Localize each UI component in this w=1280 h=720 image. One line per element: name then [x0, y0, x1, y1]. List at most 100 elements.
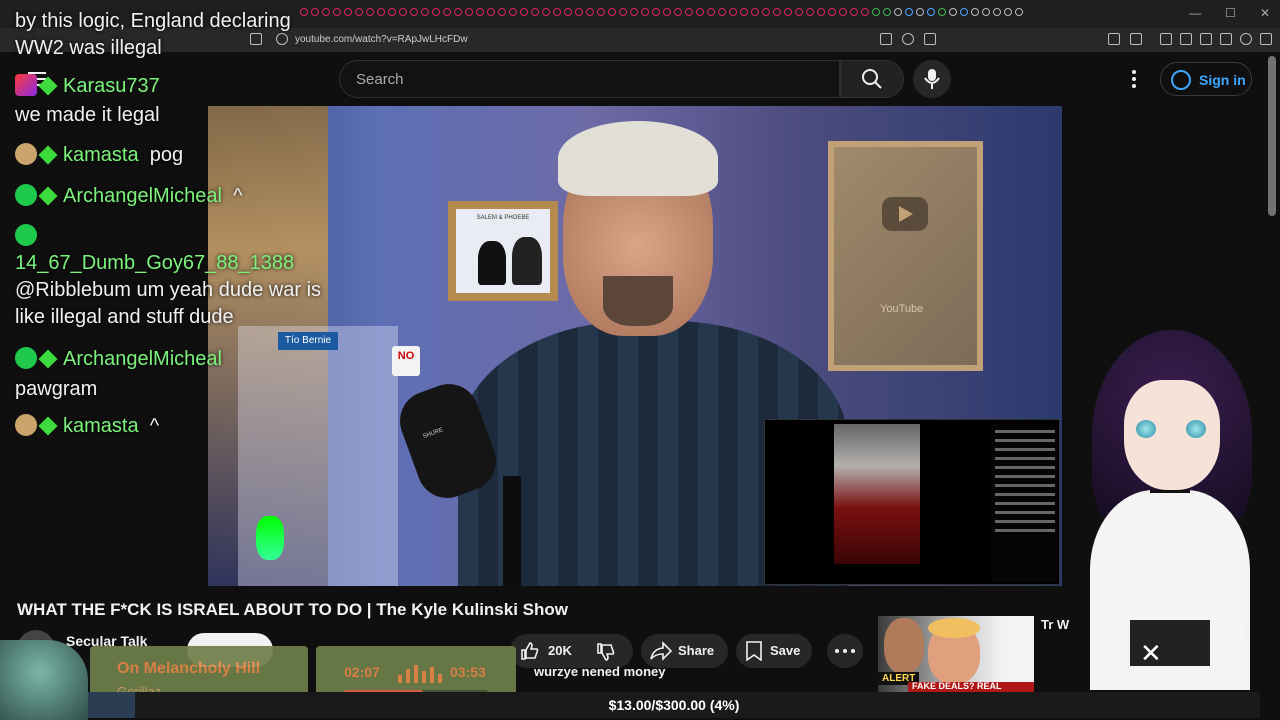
close-window-icon[interactable]: ✕ [1260, 6, 1270, 20]
browser-tab[interactable] [773, 8, 781, 16]
browser-tab[interactable] [575, 8, 583, 16]
browser-tab[interactable] [619, 8, 627, 16]
browser-tab[interactable] [817, 8, 825, 16]
browser-tab[interactable] [839, 8, 847, 16]
browser-tab[interactable] [366, 8, 374, 16]
share-button[interactable]: Share [641, 634, 728, 668]
browser-tab[interactable] [553, 8, 561, 16]
browser-tab[interactable] [410, 8, 418, 16]
thumbs-down-icon[interactable] [596, 642, 616, 662]
browser-tab[interactable] [927, 8, 935, 16]
browser-tab[interactable] [421, 8, 429, 16]
media-icon[interactable] [1160, 33, 1172, 45]
browser-tab[interactable] [476, 8, 484, 16]
browser-tab[interactable] [729, 8, 737, 16]
settings-menu-button[interactable] [1126, 67, 1142, 91]
recommended-menu-button[interactable] [1243, 620, 1249, 638]
browser-tab[interactable] [542, 8, 550, 16]
browser-tab[interactable] [872, 8, 880, 16]
browser-tab[interactable] [1004, 8, 1012, 16]
browser-tab[interactable] [443, 8, 451, 16]
thumbs-up-icon[interactable] [520, 641, 540, 661]
browser-tab[interactable] [498, 8, 506, 16]
browser-tab[interactable] [487, 8, 495, 16]
browser-tab[interactable] [740, 8, 748, 16]
browser-tab[interactable] [949, 8, 957, 16]
browser-tab[interactable] [520, 8, 528, 16]
browser-tab[interactable] [685, 8, 693, 16]
browser-tab[interactable] [454, 8, 462, 16]
browser-tab[interactable] [465, 8, 473, 16]
browser-tab[interactable] [586, 8, 594, 16]
browser-tab[interactable] [916, 8, 924, 16]
browser-tab[interactable] [751, 8, 759, 16]
minimize-icon[interactable]: — [1189, 6, 1201, 20]
chat-message-text: ^ [233, 185, 243, 207]
shield-icon[interactable] [1240, 33, 1252, 45]
browser-tab[interactable] [696, 8, 704, 16]
sidebar-icon[interactable] [1180, 33, 1192, 45]
close-icon[interactable]: ✕ [1140, 638, 1162, 669]
browser-tab[interactable] [674, 8, 682, 16]
browser-tab[interactable] [795, 8, 803, 16]
song-title: On Melancholy Hill [117, 660, 261, 677]
browser-tab[interactable] [388, 8, 396, 16]
browser-tab[interactable] [784, 8, 792, 16]
browser-tab[interactable] [641, 8, 649, 16]
browser-tab[interactable] [509, 8, 517, 16]
browser-tab[interactable] [850, 8, 858, 16]
browser-tab[interactable] [652, 8, 660, 16]
browser-tab[interactable] [762, 8, 770, 16]
search-input[interactable]: Search [339, 60, 840, 98]
share-page-icon[interactable] [924, 33, 936, 45]
browser-tab[interactable] [597, 8, 605, 16]
more-actions-button[interactable] [827, 634, 863, 668]
browser-tab[interactable] [982, 8, 990, 16]
browser-tab[interactable] [663, 8, 671, 16]
browser-tab[interactable] [399, 8, 407, 16]
browser-tab[interactable] [960, 8, 968, 16]
window-controls[interactable]: — ☐ ✕ [1189, 6, 1270, 20]
extensions-icon[interactable] [1108, 33, 1120, 45]
browser-tab[interactable] [718, 8, 726, 16]
browser-tab[interactable] [894, 8, 902, 16]
browser-tab[interactable] [355, 8, 363, 16]
search-button[interactable] [840, 60, 904, 98]
recommended-thumbnail[interactable]: ALERT FAKE DEALS? REAL MELTD [878, 616, 1034, 692]
voice-search-button[interactable] [913, 60, 951, 98]
browser-tab[interactable] [377, 8, 385, 16]
browser-tab[interactable] [432, 8, 440, 16]
browser-tab[interactable] [993, 8, 1001, 16]
browser-tab[interactable] [608, 8, 616, 16]
recommended-title[interactable]: Tr W [1041, 617, 1069, 632]
plaque-label: YouTube [880, 303, 924, 315]
cast-icon[interactable] [880, 33, 892, 45]
browser-tab[interactable] [630, 8, 638, 16]
browser-tab[interactable] [806, 8, 814, 16]
page-scrollbar[interactable] [1268, 56, 1276, 216]
browser-tab[interactable] [938, 8, 946, 16]
menu-icon[interactable] [1260, 33, 1272, 45]
download-icon[interactable] [1220, 33, 1232, 45]
browser-tab[interactable] [828, 8, 836, 16]
signin-button[interactable]: Sign in [1160, 62, 1252, 96]
maximize-icon[interactable]: ☐ [1225, 6, 1236, 20]
browser-tab[interactable] [861, 8, 869, 16]
thumbnail-caption-strip: FAKE DEALS? REAL MELTD [908, 681, 1034, 692]
tab-strip[interactable] [300, 8, 1023, 20]
wallet-icon[interactable] [1200, 33, 1212, 45]
browser-tab[interactable] [564, 8, 572, 16]
save-button[interactable]: Save [736, 634, 812, 668]
browser-tab[interactable] [905, 8, 913, 16]
share-label: Share [678, 643, 715, 658]
browser-tab[interactable] [531, 8, 539, 16]
browser-tab[interactable] [707, 8, 715, 16]
browser-tab[interactable] [971, 8, 979, 16]
browser-tab[interactable] [344, 8, 352, 16]
like-count[interactable]: 20K [548, 643, 572, 658]
search-placeholder: Search [356, 71, 404, 88]
screenshot-icon[interactable] [1130, 33, 1142, 45]
zoom-icon[interactable] [902, 33, 914, 45]
browser-tab[interactable] [1015, 8, 1023, 16]
browser-tab[interactable] [883, 8, 891, 16]
